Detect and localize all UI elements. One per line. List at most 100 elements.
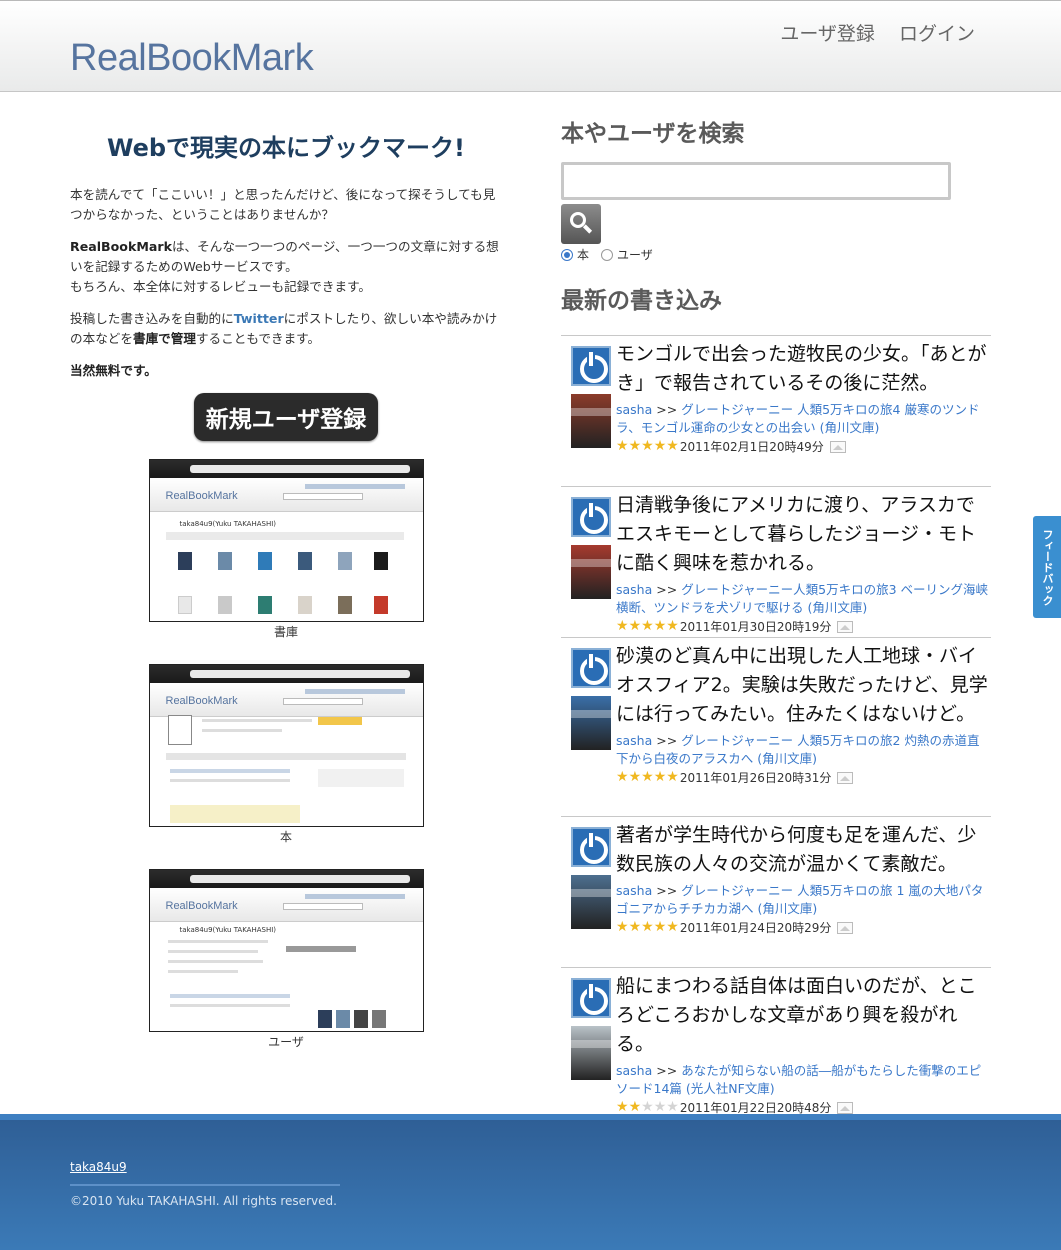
site-logo[interactable]: RealBookMark [70,37,314,80]
book-cover[interactable] [571,1026,611,1080]
register-link[interactable]: ユーザ登録 [780,23,875,45]
entry-comment[interactable]: 日清戦争後にアメリカに渡り、アラスカでエスキモーとして暮らしたジョージ・モトに酷… [616,491,991,578]
image-icon[interactable] [837,921,854,934]
book-cover-band [571,710,611,718]
mini-user: taka84u9(Yuku TAKAHASHI) [179,926,277,934]
signup-button[interactable]: 新規ユーザ登録 [193,393,379,441]
star-icon: ★ [653,438,667,454]
star-icon: ★ [666,438,679,454]
screenshot-book-image[interactable]: RealBookMark [148,664,424,827]
image-icon[interactable] [829,440,846,453]
entry-user-link[interactable]: sasha [616,733,652,748]
mini-highlight [169,805,300,823]
star-icon: ★ [628,438,642,454]
search-button[interactable] [561,204,601,244]
mini-book [257,552,272,570]
star-icon: ★ [616,919,629,935]
entry-comment[interactable]: モンゴルで出会った遊牧民の少女。「あとがき」で報告されているその後に茫然。 [616,340,991,398]
screenshot-user-image[interactable]: RealBookMark taka84u9(Yuku TAKAHASHI) [148,869,424,1032]
book-cover[interactable] [571,545,611,599]
search-icon-handle [582,224,593,234]
mini-book [177,596,192,614]
mini-tabs [165,532,404,540]
book-cover[interactable] [571,394,611,448]
image-icon[interactable] [837,620,854,633]
mini-book [373,596,388,614]
search-input[interactable] [561,162,951,200]
screenshot-bookshelf-image[interactable]: RealBookMark taka84u9(Yuku TAKAHASHI) [148,459,424,622]
mini-book [353,1010,368,1028]
intro-paragraph-1: 本を読んでて「ここいい！」と思ったんだけど、後になって探そうしても見つからなかっ… [70,187,496,222]
star-icon: ★ [666,919,679,935]
radio-user[interactable] [601,248,614,261]
intro-text: 本を読んでて「ここいい！」と思ったんだけど、後になって探そうしても見つからなかっ… [70,185,502,381]
mini-button [317,717,362,725]
entry-user-link[interactable]: sasha [616,402,652,417]
radio-user-label: ユーザ [617,248,653,262]
intro-paragraph-3-c: することもできます。 [195,331,321,346]
image-icon[interactable] [837,771,854,784]
mini-book [297,596,312,614]
entry-user-link[interactable]: sasha [616,582,652,597]
book-cover[interactable] [571,696,611,750]
entry-rating: ★ ★ ★ ★ ★ 2011年01月30日20時19分 [616,618,991,635]
screenshot-bookshelf: RealBookMark taka84u9(Yuku TAKAHASHI) 書庫 [148,459,424,640]
entry-user-link[interactable]: sasha [616,1063,652,1078]
entry-comment[interactable]: 砂漠のど真ん中に出現した人工地球・バイオスフィア2。実験は失敗だったけど、見学に… [616,642,991,729]
intro-paragraph-2: RealBookMarkは、そんな一つ一つのページ、一つ一つの文章に対する想いを… [70,237,502,297]
address-bar [189,875,410,883]
copyright: ©2010 Yuku TAKAHASHI. All rights reserve… [70,1194,337,1208]
mini-search [282,903,363,910]
avatar[interactable] [571,346,611,386]
mini-box [317,769,404,787]
mini-text-line [169,779,290,782]
mini-book [217,552,232,570]
screenshot-book: RealBookMark 本 [148,664,424,845]
sidebar-column: 本やユーザを検索 本 ユーザ 最新の書き込み モンゴルで出会った遊牧民の少女。「… [561,92,991,1119]
address-bar [189,670,410,678]
mini-header: RealBookMark [149,888,423,922]
entry-comment[interactable]: 船にまつわる話自体は面白いのだが、ところどころおかしな文章があり興を殺がれる。 [616,972,991,1059]
avatar[interactable] [571,827,611,867]
recent-entry: 砂漠のど真ん中に出現した人工地球・バイオスフィア2。実験は失敗だったけど、見学に… [561,638,991,817]
mini-logo: RealBookMark [165,900,238,912]
mini-text-line [167,960,263,963]
entry-date[interactable]: 2011年01月26日20時31分 [680,769,832,786]
image-icon[interactable] [837,1101,854,1114]
twitter-link[interactable]: Twitter [234,311,284,326]
entry-rating: ★ ★ ★ ★ ★ 2011年02月1日20時49分 [616,438,991,455]
avatar[interactable] [571,978,611,1018]
entry-comment[interactable]: 著者が学生時代から何度も足を運んだ、少数民族の人々の交流が温かくて素敵だ。 [616,821,991,879]
book-cover-band [571,408,611,416]
entry-date[interactable]: 2011年02月1日20時49分 [680,438,824,455]
recent-entry: モンゴルで出会った遊牧民の少女。「あとがき」で報告されているその後に茫然。 sa… [561,336,991,487]
entry-meta: sasha >> グレートジャーニー 人類5万キロの旅4 厳寒のツンドラ、モンゴル運… [616,401,991,437]
mini-text-line [201,729,282,732]
top-nav: ユーザ登録 ログイン [762,19,975,46]
mini-book [317,1010,332,1028]
footer-divider [70,1184,340,1186]
avatar[interactable] [571,497,611,537]
avatar[interactable] [571,648,611,688]
site-footer: taka84u9 ©2010 Yuku TAKAHASHI. All right… [0,1114,1061,1250]
entry-user-link[interactable]: sasha [616,883,652,898]
footer-user-link[interactable]: taka84u9 [70,1160,127,1174]
entry-meta: sasha >> グレートジャーニー人類5万キロの旅3 ベーリング海峡横断、ツンドラ… [616,581,991,617]
star-icon: ★ [666,618,679,634]
book-cover[interactable] [571,875,611,929]
book-cover-band [571,889,611,897]
arrow-icon: >> [656,1063,678,1078]
feedback-tab[interactable]: フィードバック [1033,516,1061,618]
signup-wrap: 新規ユーザ登録 [70,393,502,441]
entry-date[interactable]: 2011年01月30日20時19分 [680,618,832,635]
entry-date[interactable]: 2011年01月24日20時29分 [680,919,832,936]
login-link[interactable]: ログイン [899,23,975,45]
radio-book[interactable] [561,248,573,261]
mini-text-line [167,950,258,953]
mini-book [257,596,272,614]
star-icon: ★ [641,438,654,454]
screenshot-caption: 書庫 [273,625,298,639]
mini-book [167,715,192,745]
star-icon: ★ [666,1099,679,1115]
mini-book [297,552,312,570]
